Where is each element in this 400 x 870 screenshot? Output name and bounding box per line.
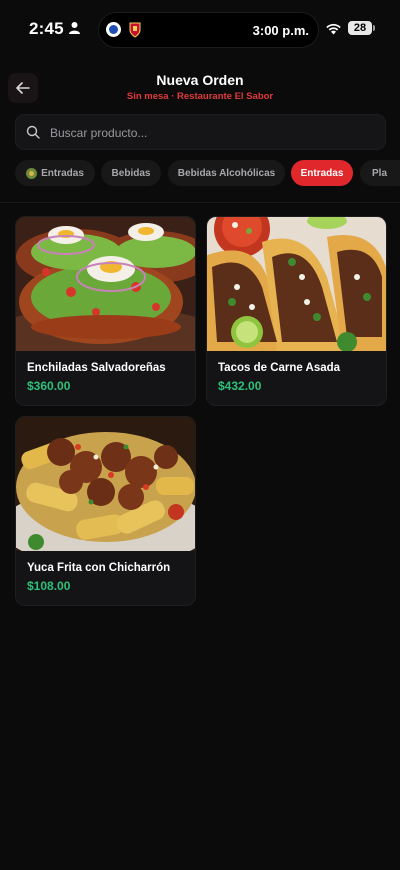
- category-label: Pla: [372, 167, 388, 179]
- page-title: Nueva Orden: [156, 72, 244, 88]
- category-label: Entradas: [300, 167, 344, 179]
- category-label: Bebidas Alcohólicas: [177, 167, 276, 179]
- product-name: Enchiladas Salvadoreñas: [27, 362, 166, 374]
- category-label: Bebidas: [111, 167, 151, 179]
- category-chip-bebidas[interactable]: Bebidas: [101, 160, 161, 186]
- category-chip-bebidas-alcoholicas[interactable]: Bebidas Alcohólicas: [168, 160, 285, 186]
- product-price: $360.00: [27, 379, 71, 393]
- page-subtitle: Sin mesa · Restaurante El Sabor: [126, 91, 274, 102]
- app-badge-icon: [106, 22, 121, 37]
- shield-crest-icon: [129, 22, 141, 38]
- product-card[interactable]: Enchiladas Salvadoreñas $360.00: [15, 216, 196, 406]
- salad-icon: [26, 167, 38, 179]
- category-tabs: Entradas Bebidas Bebidas Alcohólicas Ent…: [15, 160, 400, 186]
- divider: [0, 202, 400, 203]
- product-name: Tacos de Carne Asada: [218, 362, 341, 374]
- product-name: Yuca Frita con Chicharrón: [27, 562, 171, 574]
- product-card[interactable]: Yuca Frita con Chicharrón $108.00: [15, 416, 196, 606]
- product-card[interactable]: Tacos de Carne Asada $432.00: [206, 216, 387, 406]
- category-chip-entradas[interactable]: Entradas: [15, 160, 95, 186]
- category-chip-platos[interactable]: Pla: [360, 160, 400, 186]
- category-chip-entradas-active[interactable]: Entradas: [291, 160, 353, 186]
- island-time: 3:00 p.m.: [252, 23, 309, 38]
- product-price: $432.00: [218, 379, 262, 393]
- search-input[interactable]: [48, 115, 372, 151]
- dynamic-island: 3:00 p.m.: [98, 12, 319, 48]
- product-image: [207, 217, 386, 351]
- search-icon: [26, 125, 40, 139]
- status-bar: 2:45 3:00 p.m. 28: [0, 0, 400, 58]
- product-image: [16, 417, 195, 551]
- product-price: $108.00: [27, 579, 71, 593]
- person-icon: [69, 22, 80, 34]
- battery-indicator: 28: [348, 21, 372, 35]
- product-image: [16, 217, 195, 351]
- status-time: 2:45: [29, 19, 64, 38]
- battery-tip: [373, 25, 375, 31]
- search-bar[interactable]: [15, 114, 386, 151]
- category-label: Entradas: [41, 167, 84, 179]
- wifi-icon: [326, 23, 341, 35]
